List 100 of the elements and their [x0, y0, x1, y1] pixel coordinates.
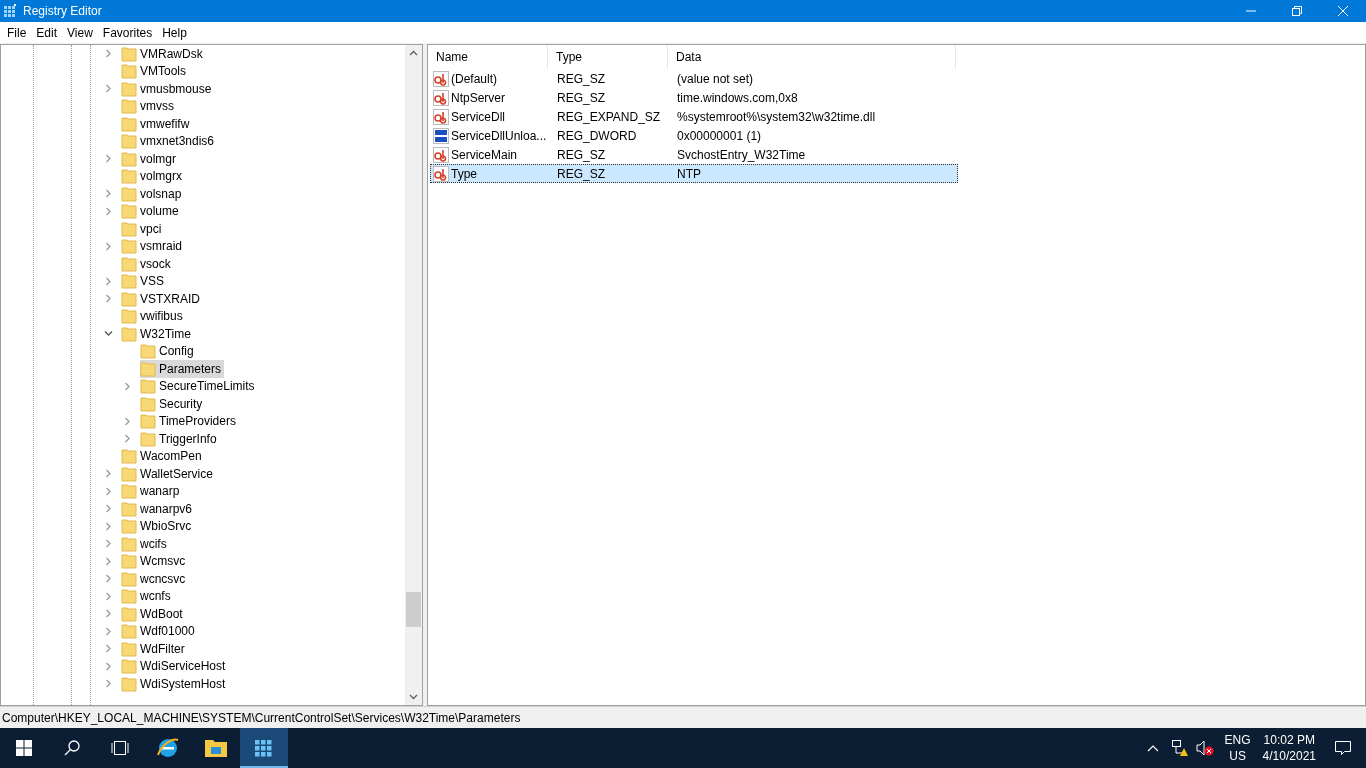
tree-item[interactable]: WdBoot — [121, 605, 186, 623]
chevron-right-icon[interactable] — [103, 241, 113, 251]
tree-item[interactable]: VMTools — [121, 62, 189, 80]
chevron-right-icon[interactable] — [103, 154, 113, 164]
tree-item[interactable]: vmvss — [121, 97, 177, 115]
network-warning-icon[interactable] — [1170, 739, 1189, 757]
tree-item[interactable]: Security — [140, 395, 206, 413]
menu-item[interactable]: Help — [157, 22, 192, 43]
folder-icon — [140, 378, 156, 395]
tree-item[interactable]: volmgrx — [121, 167, 185, 185]
string-value-icon — [433, 89, 449, 106]
chevron-right-icon[interactable] — [103, 626, 113, 636]
tree-item[interactable]: vmxnet3ndis6 — [121, 132, 218, 150]
menu-item[interactable]: View — [62, 22, 98, 43]
value-data: 0x00000001 (1) — [676, 127, 763, 145]
chevron-right-icon[interactable] — [103, 539, 113, 549]
chevron-right-icon[interactable] — [103, 609, 113, 619]
chevron-right-icon[interactable] — [103, 189, 113, 199]
tree-item[interactable]: wcncsvc — [121, 570, 189, 588]
tree-item[interactable]: WdiSystemHost — [121, 675, 229, 693]
tree-item[interactable]: Wdf01000 — [121, 622, 198, 640]
chevron-right-icon[interactable] — [103, 521, 113, 531]
chevron-right-icon[interactable] — [103, 469, 113, 479]
value-type: REG_EXPAND_SZ — [556, 108, 662, 126]
chevron-right-icon[interactable] — [103, 84, 113, 94]
chevron-right-icon[interactable] — [103, 49, 113, 59]
tree-item[interactable]: Wcmsvc — [121, 552, 189, 570]
tree-item[interactable]: Config — [140, 342, 197, 360]
value-type: REG_SZ — [556, 146, 606, 164]
value-row[interactable]: ServiceDll REG_EXPAND_SZ %systemroot%\system32\w32time.dll — [430, 107, 958, 126]
column-header[interactable]: Name — [428, 45, 548, 69]
menu-item[interactable]: Edit — [31, 22, 63, 43]
volume-muted-icon[interactable] — [1194, 739, 1215, 757]
folder-icon — [121, 220, 137, 237]
clock[interactable]: 10:02 PM 4/10/2021 — [1262, 732, 1316, 764]
menu-item[interactable]: File — [2, 22, 32, 43]
folder-icon — [121, 588, 137, 605]
tree-item[interactable]: Parameters — [140, 360, 225, 378]
chevron-right-icon[interactable] — [122, 381, 132, 391]
folder-icon — [121, 45, 137, 62]
tree-item[interactable]: WalletService — [121, 465, 216, 483]
tree-item[interactable]: vpci — [121, 220, 165, 238]
tree-item[interactable]: volmgr — [121, 150, 179, 168]
menu-item[interactable]: Favorites — [97, 22, 158, 43]
tree-item[interactable]: vwifibus — [121, 307, 186, 325]
taskbar-app[interactable] — [240, 728, 288, 768]
tree-item[interactable]: vmusbmouse — [121, 80, 215, 98]
tree-item[interactable]: WdFilter — [121, 640, 188, 658]
value-row[interactable]: Type REG_SZ NTP — [430, 164, 958, 183]
value-row[interactable]: ServiceDllUnloa... REG_DWORD 0x00000001 (1) — [430, 126, 958, 145]
chevron-right-icon[interactable] — [103, 679, 113, 689]
tree-item[interactable]: wcifs — [121, 535, 170, 553]
language-indicator[interactable]: ENG US — [1224, 732, 1251, 764]
tree-item[interactable]: W32Time — [121, 325, 194, 343]
value-row[interactable]: NtpServer REG_SZ time.windows.com,0x8 — [430, 88, 958, 107]
chevron-right-icon[interactable] — [122, 434, 132, 444]
chevron-up-icon[interactable] — [1146, 744, 1159, 752]
chevron-right-icon[interactable] — [103, 276, 113, 286]
tree-item[interactable]: volume — [121, 202, 182, 220]
tree-item[interactable]: volsnap — [121, 185, 185, 203]
tree-item[interactable]: wcnfs — [121, 587, 174, 605]
scroll-thumb[interactable] — [406, 592, 421, 627]
tree-item[interactable]: VSTXRAID — [121, 290, 203, 308]
tree-item[interactable]: wanarp — [121, 482, 183, 500]
tree-item[interactable]: vmwefifw — [121, 115, 193, 133]
value-data: %systemroot%\system32\w32time.dll — [676, 108, 877, 126]
chevron-right-icon[interactable] — [103, 206, 113, 216]
value-row[interactable]: ServiceMain REG_SZ SvchostEntry_W32Time — [430, 145, 958, 164]
tree-item[interactable]: wanarpv6 — [121, 500, 196, 518]
tree-item[interactable]: WacomPen — [121, 447, 205, 465]
chevron-right-icon[interactable] — [103, 504, 113, 514]
tree-item[interactable]: SecureTimeLimits — [140, 377, 258, 395]
tree-item[interactable]: TimeProviders — [140, 412, 239, 430]
chevron-right-icon[interactable] — [103, 661, 113, 671]
notifications-icon[interactable] — [1334, 739, 1352, 757]
chevron-down-icon[interactable] — [103, 329, 113, 339]
string-value-icon — [433, 146, 449, 163]
folder-icon — [121, 623, 137, 640]
column-header[interactable]: Type — [548, 45, 668, 69]
chevron-right-icon[interactable] — [103, 574, 113, 584]
tree-item[interactable]: vsmraid — [121, 237, 185, 255]
chevron-right-icon[interactable] — [103, 644, 113, 654]
value-row[interactable]: (Default) REG_SZ (value not set) — [430, 69, 958, 88]
tree-item[interactable]: VSS — [121, 272, 167, 290]
chevron-right-icon[interactable] — [103, 556, 113, 566]
tree-item[interactable]: TriggerInfo — [140, 430, 220, 448]
tree-item[interactable]: WbioSrvc — [121, 517, 195, 535]
folder-icon — [121, 640, 137, 657]
chevron-right-icon[interactable] — [103, 591, 113, 601]
tree-item[interactable]: vsock — [121, 255, 174, 273]
tree-item[interactable]: WdiServiceHost — [121, 657, 229, 675]
folder-icon — [140, 430, 156, 447]
chevron-right-icon[interactable] — [103, 294, 113, 304]
column-header[interactable]: Data — [668, 45, 956, 69]
tree-item[interactable]: VMRawDsk — [121, 45, 206, 63]
chevron-right-icon[interactable] — [103, 486, 113, 496]
folder-icon — [121, 605, 137, 622]
scrollbar[interactable] — [405, 45, 422, 705]
chevron-right-icon[interactable] — [122, 416, 132, 426]
windows-logo-icon — [16, 740, 32, 756]
